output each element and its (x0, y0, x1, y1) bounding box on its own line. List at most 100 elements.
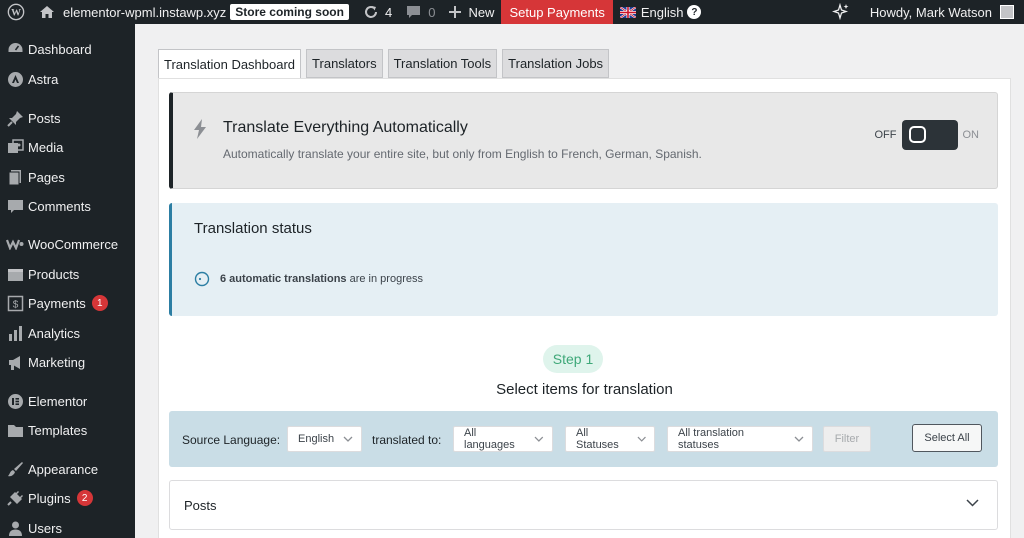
my-account-link[interactable]: Howdy, Mark Watson (863, 0, 1024, 24)
step-badge: Step 1 (543, 345, 603, 373)
sidebar-item-payments[interactable]: $ Payments 1 (0, 289, 135, 317)
posts-section-header[interactable]: Posts (169, 480, 998, 530)
source-language-select[interactable]: English (287, 426, 362, 452)
sidebar-item-comments[interactable]: Comments (0, 192, 135, 220)
automatic-translations-count: 6 automatic translations (220, 273, 347, 285)
admin-sidebar: Dashboard Astra Posts Media Pages Commen… (0, 24, 135, 538)
tab-translators[interactable]: Translators (306, 49, 383, 78)
target-languages-value: All languages (464, 427, 515, 451)
sidebar-item-users[interactable]: Users (0, 514, 135, 538)
sidebar-item-dashboard[interactable]: Dashboard (0, 35, 135, 63)
updates-link[interactable]: 4 (356, 0, 399, 24)
sidebar-item-woocommerce[interactable]: WooCommerce (0, 230, 135, 258)
translation-status-select[interactable]: All translation statuses (667, 426, 813, 452)
language-label: English (640, 4, 684, 20)
payments-count-badge: 1 (91, 295, 108, 311)
auto-translate-title: Translate Everything Automatically (223, 119, 468, 136)
sidebar-item-media[interactable]: Media (0, 133, 135, 161)
tab-translation-tools[interactable]: Translation Tools (387, 49, 498, 78)
in-progress-icon (194, 271, 210, 287)
sidebar-item-label: Elementor (28, 393, 88, 409)
astra-icon (5, 69, 25, 89)
folder-icon (5, 420, 25, 440)
sidebar-item-marketing[interactable]: Marketing (0, 348, 135, 376)
sidebar-item-label: Users (28, 520, 62, 536)
admin-bar: W elementor-wpml.instawp.xyz Store comin… (0, 0, 1024, 24)
help-icon[interactable]: ? (687, 5, 702, 19)
comments-icon (5, 196, 25, 216)
translation-status-line: 6 automatic translations are in progress (194, 271, 423, 287)
sidebar-item-elementor[interactable]: Elementor (0, 387, 135, 415)
comments-link[interactable]: 0 (399, 0, 442, 24)
toggle-off-label: OFF (874, 129, 897, 141)
ai-sparkle-button[interactable] (825, 0, 857, 24)
sidebar-item-templates[interactable]: Templates (0, 416, 135, 444)
site-name-link[interactable]: elementor-wpml.instawp.xyz Store coming … (32, 0, 356, 24)
in-progress-text: are in progress (346, 273, 423, 285)
site-name: elementor-wpml.instawp.xyz (63, 4, 227, 20)
translation-status-value: All translation statuses (678, 427, 745, 451)
tab-translation-jobs[interactable]: Translation Jobs (502, 49, 610, 78)
status-select[interactable]: All Statuses (565, 426, 655, 452)
auto-translate-toggle[interactable] (901, 120, 958, 150)
howdy-text: Howdy, Mark Watson (869, 4, 992, 20)
brush-icon (5, 459, 25, 479)
sidebar-item-pages[interactable]: Pages (0, 163, 135, 191)
sidebar-item-posts[interactable]: Posts (0, 104, 135, 132)
payments-icon: $ (5, 293, 25, 313)
target-languages-select[interactable]: All languages (453, 426, 553, 452)
sidebar-item-label: Analytics (28, 325, 81, 341)
language-switcher[interactable]: English ? (613, 0, 709, 24)
sidebar-item-analytics[interactable]: Analytics (0, 319, 135, 347)
sidebar-item-label: Pages (28, 169, 65, 185)
sidebar-item-label: Appearance (28, 461, 99, 477)
refresh-icon (364, 6, 377, 18)
sidebar-item-plugins[interactable]: Plugins 2 (0, 484, 135, 512)
source-language-value: English (298, 433, 335, 445)
comment-bubble-icon (407, 6, 421, 18)
dashboard-panel: Translate Everything Automatically Autom… (158, 78, 1011, 538)
svg-text:$: $ (12, 299, 18, 310)
plugins-count-badge: 2 (76, 490, 93, 506)
toggle-on-label: ON (962, 129, 980, 141)
toggle-knob (908, 126, 926, 143)
auto-translate-description: Automatically translate your entire site… (223, 147, 702, 161)
store-coming-soon-badge[interactable]: Store coming soon (230, 4, 349, 20)
sidebar-item-label: Plugins (28, 490, 71, 506)
lightning-bolt-icon (194, 119, 206, 139)
sidebar-item-appearance[interactable]: Appearance (0, 455, 135, 483)
select-all-button[interactable]: Select All (912, 424, 982, 452)
dashboard-icon (5, 39, 25, 59)
sidebar-item-products[interactable]: Products (0, 260, 135, 288)
chevron-down-icon (637, 436, 646, 442)
translation-status-box: Translation status 6 automatic translati… (169, 203, 998, 316)
plugin-icon (5, 488, 25, 508)
sidebar-item-label: Comments (28, 198, 91, 214)
new-content-link[interactable]: New (442, 0, 501, 24)
status-value: All Statuses (576, 427, 619, 451)
source-language-label: Source Language: (182, 433, 281, 447)
pages-icon (5, 167, 25, 187)
filter-button[interactable]: Filter (823, 426, 871, 452)
uk-flag-icon (619, 6, 636, 18)
chevron-down-icon (794, 436, 804, 442)
pin-icon (5, 108, 25, 128)
translated-to-label: translated to: (372, 433, 442, 447)
avatar (1000, 5, 1014, 19)
sidebar-item-label: Templates (28, 422, 88, 438)
megaphone-icon (5, 352, 25, 372)
nav-tabs: Translation Dashboard Translators Transl… (158, 49, 614, 80)
translation-status-title: Translation status (194, 220, 312, 237)
setup-payments-link[interactable]: Setup Payments (501, 0, 613, 24)
analytics-icon (5, 323, 25, 343)
sidebar-item-label: Payments (28, 295, 86, 311)
svg-text:W: W (11, 8, 21, 19)
sidebar-item-astra[interactable]: Astra (0, 65, 135, 93)
home-icon (40, 6, 54, 18)
sparkle-icon (831, 3, 849, 21)
translate-automatically-box: Translate Everything Automatically Autom… (169, 92, 998, 189)
sidebar-item-label: WooCommerce (28, 236, 119, 252)
wordpress-logo-icon[interactable]: W (0, 0, 32, 24)
tab-translation-dashboard[interactable]: Translation Dashboard (158, 49, 302, 80)
sidebar-item-label: Posts (28, 110, 61, 126)
